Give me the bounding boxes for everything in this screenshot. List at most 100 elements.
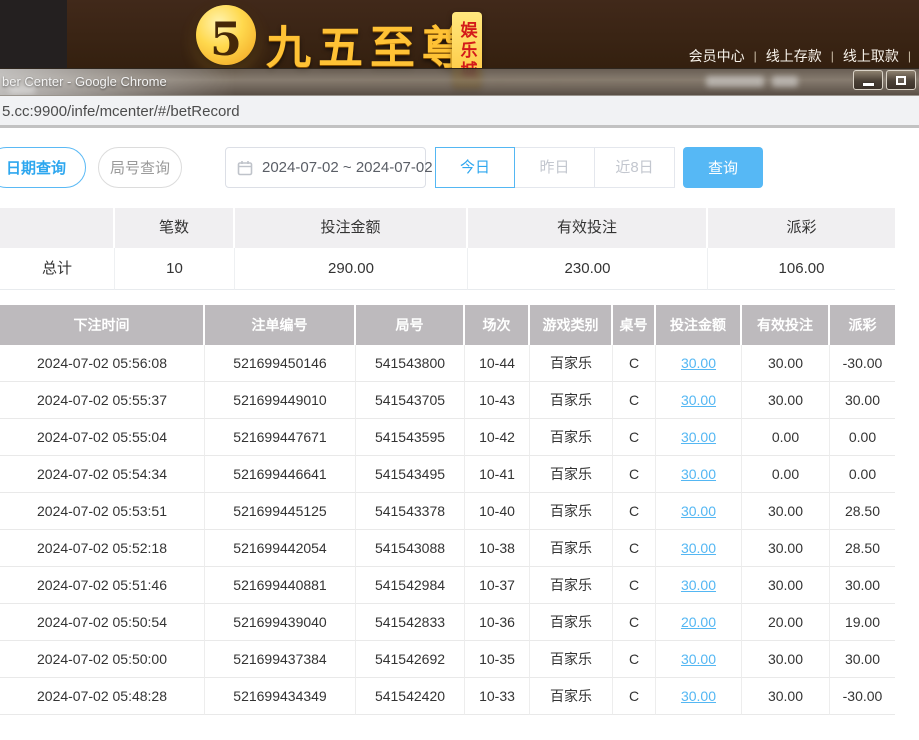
nav-link-online-withdraw[interactable]: 线上取款 [843, 46, 899, 66]
bet-amount-link[interactable]: 30.00 [681, 392, 716, 408]
cell-game: 百家乐 [530, 641, 613, 678]
calendar-icon [237, 160, 253, 176]
cell-game: 百家乐 [530, 678, 613, 715]
bet-amount-link[interactable]: 30.00 [681, 503, 716, 519]
table-header-cell: 场次 [465, 305, 530, 345]
cell-valid: 0.00 [742, 419, 830, 456]
chrome-urlbar[interactable]: 5.cc:9900/infe/mcenter/#/betRecord [0, 95, 919, 128]
cell-table_no: C [613, 567, 656, 604]
bet-amount-link[interactable]: 30.00 [681, 429, 716, 445]
cell-game: 百家乐 [530, 567, 613, 604]
cell-payout: 0.00 [830, 456, 895, 493]
cell-time: 2024-07-02 05:50:00 [0, 641, 205, 678]
cell-payout: 28.50 [830, 530, 895, 567]
cell-bet_no: 521699439040 [205, 604, 356, 641]
cell-valid: 30.00 [742, 382, 830, 419]
cell-session: 10-40 [465, 493, 530, 530]
redacted-blur [9, 86, 35, 94]
bet-amount-link[interactable]: 30.00 [681, 577, 716, 593]
table-header-cell: 游戏类别 [530, 305, 613, 345]
bet-amount-link[interactable]: 30.00 [681, 355, 716, 371]
redacted-blur [706, 76, 764, 87]
table-row: 2024-07-02 05:55:04521699447671541543595… [0, 419, 895, 456]
cell-payout: 30.00 [830, 382, 895, 419]
summary-header-cell: 派彩 [708, 208, 895, 248]
minimize-button[interactable] [853, 70, 883, 90]
cell-session: 10-33 [465, 678, 530, 715]
quick-filter-1[interactable]: 今日 [435, 147, 515, 188]
tab-date-query[interactable]: 日期查询 [0, 147, 86, 188]
cell-time: 2024-07-02 05:48:28 [0, 678, 205, 715]
nav-link-member-center[interactable]: 会员中心 [689, 46, 745, 66]
nav-link-online-deposit[interactable]: 线上存款 [766, 46, 822, 66]
cell-amount: 20.00 [656, 604, 742, 641]
cell-valid: 30.00 [742, 567, 830, 604]
table-row: 2024-07-02 05:50:00521699437384541542692… [0, 641, 895, 678]
summary-table: 笔数投注金额有效投注派彩 总计10290.00230.00106.00 [0, 208, 895, 290]
cell-bet_no: 521699437384 [205, 641, 356, 678]
cell-bet_no: 521699447671 [205, 419, 356, 456]
cell-session: 10-41 [465, 456, 530, 493]
quick-filter-3[interactable]: 近8日 [595, 147, 675, 188]
cell-bet_no: 521699440881 [205, 567, 356, 604]
cell-game: 百家乐 [530, 456, 613, 493]
table-row: 2024-07-02 05:48:28521699434349541542420… [0, 678, 895, 715]
cell-game: 百家乐 [530, 382, 613, 419]
cell-game: 百家乐 [530, 604, 613, 641]
minimize-icon [863, 83, 874, 86]
bet-amount-link[interactable]: 20.00 [681, 614, 716, 630]
bet-amount-link[interactable]: 30.00 [681, 651, 716, 667]
cell-payout: -30.00 [830, 678, 895, 715]
cell-bet_no: 521699434349 [205, 678, 356, 715]
table-body: 2024-07-02 05:56:08521699450146541543800… [0, 345, 895, 715]
summary-header-cell: 笔数 [115, 208, 235, 248]
table-header-cell: 桌号 [613, 305, 656, 345]
cell-payout: 19.00 [830, 604, 895, 641]
logo-icon: 5 [196, 5, 256, 65]
nav-separator: | [831, 49, 834, 63]
cell-payout: 28.50 [830, 493, 895, 530]
tab-round-query[interactable]: 局号查询 [98, 147, 182, 188]
header-left-dark-panel [0, 0, 67, 68]
table-header-cell: 派彩 [830, 305, 895, 345]
cell-game: 百家乐 [530, 419, 613, 456]
cell-bet_no: 521699446641 [205, 456, 356, 493]
bet-amount-link[interactable]: 30.00 [681, 688, 716, 704]
cell-round_no: 541542692 [356, 641, 465, 678]
cell-game: 百家乐 [530, 345, 613, 382]
bet-records-table: 下注时间注单编号局号场次游戏类别桌号投注金额有效投注派彩 2024-07-02 … [0, 305, 895, 715]
cell-table_no: C [613, 641, 656, 678]
summary-value-cell: 总计 [0, 248, 115, 290]
nav-separator: | [754, 49, 757, 63]
summary-value-cell: 106.00 [708, 248, 895, 290]
cell-amount: 30.00 [656, 530, 742, 567]
quick-filter-2[interactable]: 昨日 [515, 147, 595, 188]
cell-time: 2024-07-02 05:50:54 [0, 604, 205, 641]
cell-session: 10-36 [465, 604, 530, 641]
date-range-input[interactable]: 2024-07-02 ~ 2024-07-02 [225, 147, 426, 188]
maximize-button[interactable] [886, 70, 916, 90]
date-range-value: 2024-07-02 ~ 2024-07-02 [262, 159, 433, 176]
table-header-cell: 有效投注 [742, 305, 830, 345]
header-nav: 会员中心|线上存款|线上取款| [689, 46, 911, 66]
cell-session: 10-38 [465, 530, 530, 567]
cell-game: 百家乐 [530, 530, 613, 567]
cell-session: 10-37 [465, 567, 530, 604]
cell-time: 2024-07-02 05:52:18 [0, 530, 205, 567]
bet-amount-link[interactable]: 30.00 [681, 540, 716, 556]
table-row: 2024-07-02 05:55:37521699449010541543705… [0, 382, 895, 419]
table-header-cell: 局号 [356, 305, 465, 345]
cell-valid: 30.00 [742, 530, 830, 567]
cell-round_no: 541543495 [356, 456, 465, 493]
cell-game: 百家乐 [530, 493, 613, 530]
search-button[interactable]: 查询 [683, 147, 763, 188]
cell-valid: 30.00 [742, 493, 830, 530]
url-text[interactable]: 5.cc:9900/infe/mcenter/#/betRecord [2, 103, 240, 120]
cell-amount: 30.00 [656, 678, 742, 715]
cell-round_no: 541542984 [356, 567, 465, 604]
cell-table_no: C [613, 530, 656, 567]
bet-amount-link[interactable]: 30.00 [681, 466, 716, 482]
table-row: 2024-07-02 05:51:46521699440881541542984… [0, 567, 895, 604]
table-row: 2024-07-02 05:50:54521699439040541542833… [0, 604, 895, 641]
cell-bet_no: 521699442054 [205, 530, 356, 567]
